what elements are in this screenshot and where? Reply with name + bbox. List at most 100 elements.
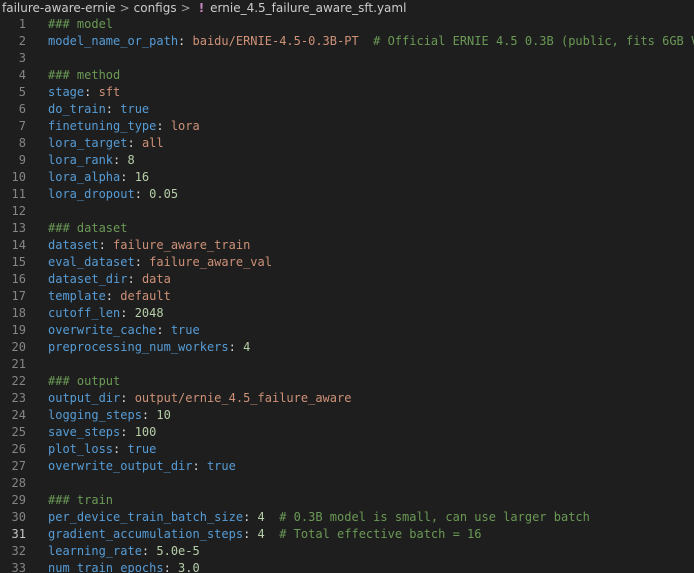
code-token: template [48,289,106,303]
code-line[interactable]: 7 finetuning_type: lora [0,118,694,135]
code-token: : [134,255,150,269]
code-token: : [120,306,135,320]
code-line[interactable]: 9 lora_rank: 8 [0,152,694,169]
code-line[interactable]: 8 lora_target: all [0,135,694,152]
code-line[interactable]: 28 [0,475,694,492]
code-token: gradient_accumulation_steps [48,527,244,541]
code-token: : [127,136,142,150]
code-token: do_train [48,102,106,116]
code-text: lora_rank: 8 [48,152,135,169]
code-line[interactable]: 33 num_train_epochs: 3.0 [0,560,694,573]
code-line[interactable]: 22 ### output [0,373,694,390]
code-line[interactable]: 31 gradient_accumulation_steps: 4 # Total… [0,526,694,543]
code-line[interactable]: 19 overwrite_cache: true [0,322,694,339]
code-token: lora [170,119,200,133]
code-token: failure_aware_train [113,238,251,252]
code-token: ### dataset [48,221,128,235]
code-line[interactable]: 24 logging_steps: 10 [0,407,694,424]
code-text: learning_rate: 5.0e-5 [48,543,200,560]
code-text: lora_alpha: 16 [48,169,149,186]
code-line[interactable]: 27 overwrite_output_dir: true [0,458,694,475]
code-line[interactable]: 29 ### train [0,492,694,509]
code-line[interactable]: 30 per_device_train_batch_size: 4 # 0.3B … [0,509,694,526]
chevron-right-icon: > [180,1,191,15]
code-token: : [141,408,157,422]
code-text: per_device_train_batch_size: 4 # 0.3B mo… [48,509,590,526]
code-line[interactable]: 3 [0,50,694,67]
code-token: : [178,34,193,48]
code-token: output/ernie_4.5_failure_aware [134,391,352,405]
code-token: baidu/ERNIE-4.5-0.3B-PT [192,34,359,48]
line-number: 18 [11,306,26,320]
code-text: output_dir: output/ernie_4.5_failure_awa… [48,390,351,407]
code-token: : [98,238,114,252]
code-line[interactable]: 11 lora_dropout: 0.05 [0,186,694,203]
code-line[interactable]: 26 plot_loss: true [0,441,694,458]
code-token: preprocessing_num_workers [48,340,229,354]
code-token: : [105,289,121,303]
code-token: learning_rate [48,544,142,558]
code-line[interactable]: 23 output_dir: output/ernie_4.5_failure_a… [0,390,694,407]
line-number: 14 [11,238,26,252]
code-line[interactable]: 14 dataset: failure_aware_train [0,237,694,254]
code-token: overwrite_output_dir [48,459,193,473]
code-token: sft [98,85,121,99]
code-line[interactable]: 15 eval_dataset: failure_aware_val [0,254,694,271]
code-line[interactable]: 17 template: default [0,288,694,305]
code-token: 4 [257,527,265,541]
code-token: : [228,340,244,354]
code-token: all [141,136,164,150]
breadcrumb-item-project[interactable]: failure-aware-ernie [2,1,116,15]
code-token: lora_alpha [48,170,121,184]
code-token: data [141,272,171,286]
line-number: 28 [11,476,26,490]
code-line[interactable]: 25 save_steps: 100 [0,424,694,441]
code-text: model_name_or_path: baidu/ERNIE-4.5-0.3B… [48,33,694,50]
code-line[interactable]: 5 stage: sft [0,84,694,101]
line-number: 8 [18,136,26,150]
code-token: lora_dropout [48,187,135,201]
code-token: true [170,323,200,337]
code-line[interactable]: 16 dataset_dir: data [0,271,694,288]
yaml-file-icon: ! [198,1,205,15]
code-text: dataset_dir: data [48,271,171,288]
line-number: 21 [11,357,26,371]
code-token: true [120,102,150,116]
code-token: 16 [134,170,150,184]
chevron-right-icon: > [119,1,130,15]
code-token: lora_target [48,136,128,150]
breadcrumb-item-file[interactable]: ernie_4.5_failure_aware_sft.yaml [210,1,406,15]
code-token: # Official ERNIE 4.5 0.3B (public, fits … [373,34,694,48]
code-token: ### model [48,17,114,31]
code-token: : [120,425,135,439]
code-line[interactable]: 10 lora_alpha: 16 [0,169,694,186]
code-line[interactable]: 20 preprocessing_num_workers: 4 [0,339,694,356]
code-line[interactable]: 18 cutoff_len: 2048 [0,305,694,322]
code-token: 4 [243,340,251,354]
code-line[interactable]: 32 learning_rate: 5.0e-5 [0,543,694,560]
code-text: ### train [48,492,113,509]
line-number: 33 [11,561,26,573]
code-line[interactable]: 21 [0,356,694,373]
line-number: 10 [11,170,26,184]
code-token: true [127,442,157,456]
breadcrumb-item-configs[interactable]: configs [134,1,177,15]
code-token: 100 [134,425,157,439]
code-token: # Total effective batch = 16 [279,527,482,541]
code-token: overwrite_cache [48,323,157,337]
code-line[interactable]: 13 ### dataset [0,220,694,237]
line-number: 31 [11,527,26,541]
code-line[interactable]: 6 do_train: true [0,101,694,118]
code-line[interactable]: 12 [0,203,694,220]
code-line[interactable]: 4 ### method [0,67,694,84]
breadcrumb: failure-aware-ernie > configs > ! ernie_… [0,0,694,16]
line-number: 32 [11,544,26,558]
line-number: 23 [11,391,26,405]
code-editor[interactable]: 1 ### model 2 model_name_or_path: baidu/ERN… [0,16,694,573]
line-number: 7 [18,119,26,133]
code-line[interactable]: 2 model_name_or_path: baidu/ERNIE-4.5-0.3… [0,33,694,50]
code-line[interactable]: 1 ### model [0,16,694,33]
line-number: 26 [11,442,26,456]
line-number: 20 [11,340,26,354]
